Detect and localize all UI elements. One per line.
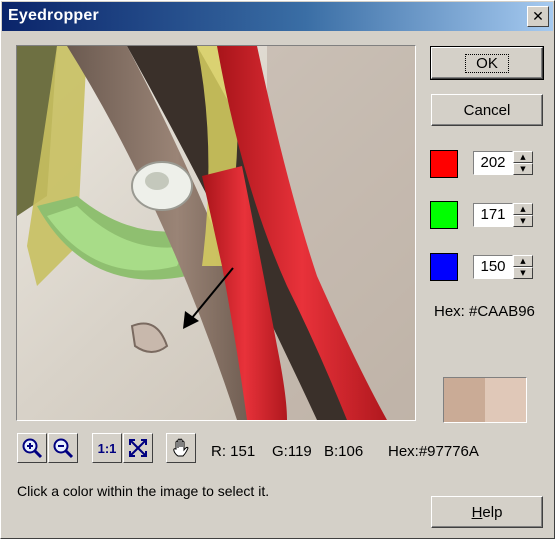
title-bar[interactable]: Eyedropper ✕: [2, 2, 553, 31]
green-value-field[interactable]: 171: [473, 203, 513, 227]
help-label: elp: [482, 503, 503, 521]
zoom-in-icon: [22, 438, 43, 459]
red-channel-swatch: [430, 150, 458, 178]
readout-blue: B:106: [324, 443, 364, 460]
zoom-out-button[interactable]: [48, 433, 78, 463]
close-button[interactable]: ✕: [527, 6, 549, 27]
red-up-arrow-icon[interactable]: ▲: [513, 151, 533, 163]
red-value-field[interactable]: 202: [473, 151, 513, 175]
cancel-button[interactable]: Cancel: [431, 94, 543, 126]
photo-image[interactable]: [17, 46, 415, 420]
blue-down-arrow-icon[interactable]: ▼: [513, 267, 533, 279]
help-button[interactable]: Help: [431, 496, 543, 528]
readout-red: R: 151: [211, 443, 256, 460]
fit-to-window-icon: [129, 439, 147, 457]
zoom-in-button[interactable]: [17, 433, 47, 463]
window-title: Eyedropper: [8, 7, 99, 24]
instruction-text: Click a color within the image to select…: [17, 483, 270, 499]
help-mnemonic: H: [471, 503, 483, 521]
picked-hex-label: Hex: #CAAB96: [434, 303, 535, 320]
red-spinner[interactable]: 202 ▲ ▼: [473, 151, 533, 175]
readout-green: G:119: [272, 443, 312, 460]
image-preview[interactable]: [16, 45, 416, 421]
old-color-swatch: [485, 378, 526, 422]
readout-hex: Hex:#97776A: [388, 443, 479, 460]
color-compare-preview: [443, 377, 527, 423]
hand-icon: [173, 438, 189, 457]
green-channel-swatch: [430, 201, 458, 229]
zoom-out-icon: [53, 438, 74, 459]
blue-channel-swatch: [430, 253, 458, 281]
actual-size-label: 1:1: [97, 440, 117, 456]
blue-up-arrow-icon[interactable]: ▲: [513, 255, 533, 267]
green-down-arrow-icon[interactable]: ▼: [513, 215, 533, 227]
red-down-arrow-icon[interactable]: ▼: [513, 163, 533, 175]
fit-to-window-button[interactable]: [123, 433, 153, 463]
blue-spinner[interactable]: 150 ▲ ▼: [473, 255, 533, 279]
actual-size-button[interactable]: 1:1: [92, 433, 122, 463]
green-up-arrow-icon[interactable]: ▲: [513, 203, 533, 215]
new-color-swatch: [444, 378, 485, 422]
pan-hand-button[interactable]: [166, 433, 196, 463]
ok-button[interactable]: OK: [430, 46, 544, 80]
green-spinner[interactable]: 171 ▲ ▼: [473, 203, 533, 227]
ok-label: OK: [465, 53, 509, 73]
blue-value-field[interactable]: 150: [473, 255, 513, 279]
